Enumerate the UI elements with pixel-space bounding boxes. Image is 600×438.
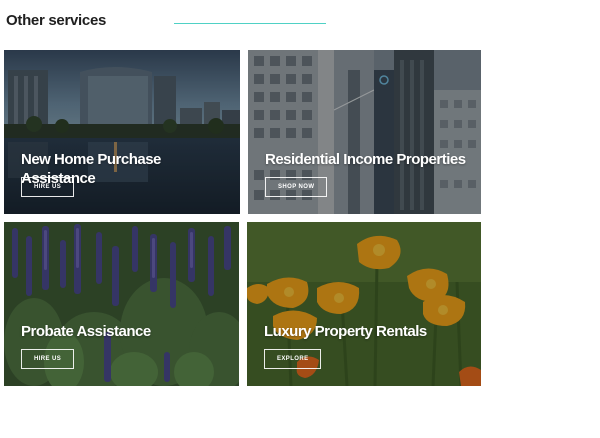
shop-now-button[interactable]: SHOP NOW	[265, 177, 328, 197]
service-card-luxury-rentals[interactable]: Luxury Property Rentals EXPLORE	[247, 222, 481, 386]
section-header: Other services	[6, 12, 336, 34]
card-title: Luxury Property Rentals	[264, 323, 427, 340]
section-accent-line	[174, 23, 326, 24]
explore-button[interactable]: EXPLORE	[264, 349, 322, 369]
section-title: Other services	[6, 12, 107, 29]
page: Other services New Home Purchase Assista…	[0, 0, 600, 438]
hire-us-button[interactable]: HIRE US	[21, 177, 75, 197]
service-card-new-home-purchase[interactable]: New Home Purchase Assistance HIRE US	[4, 50, 240, 214]
service-card-probate-assistance[interactable]: Probate Assistance HIRE US	[4, 222, 239, 386]
service-card-residential-income[interactable]: Residential Income Properties SHOP NOW	[248, 50, 481, 214]
hire-us-button[interactable]: HIRE US	[21, 349, 75, 369]
card-title: Probate Assistance	[21, 323, 151, 340]
card-title: Residential Income Properties	[265, 151, 466, 168]
